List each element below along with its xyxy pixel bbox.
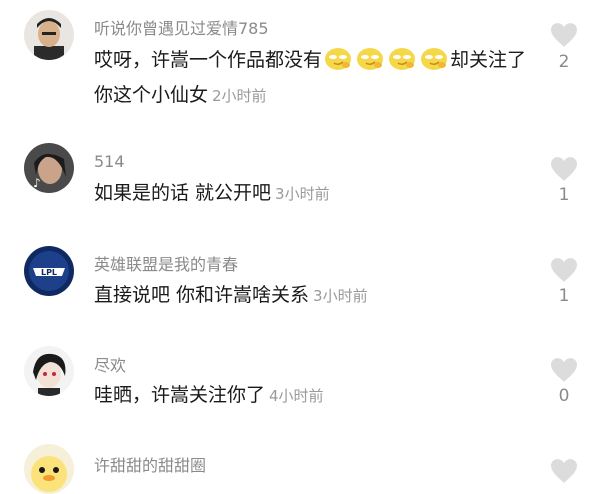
- comment-text: 哇晒，许嵩关注你了 4小时前: [94, 378, 534, 414]
- heart-icon[interactable]: [549, 458, 579, 484]
- username[interactable]: 英雄联盟是我的青春: [94, 251, 238, 275]
- comment-text: 哎呀，许嵩一个作品都没有 却关注了你这个小仙女 2小时前: [94, 43, 534, 114]
- comment-text-part: 哇晒，许嵩关注你了: [94, 384, 266, 406]
- comment-time: 4小时前: [269, 387, 324, 405]
- like-count: 0: [558, 386, 570, 406]
- like-count: 1: [558, 185, 570, 205]
- avatar[interactable]: [24, 10, 74, 60]
- heart-icon[interactable]: [549, 357, 579, 383]
- username[interactable]: 尽欢: [94, 352, 126, 376]
- heart-icon[interactable]: [549, 257, 579, 283]
- smirk-chick-emoji: [355, 44, 385, 72]
- like-count: 1: [558, 286, 570, 306]
- heart-icon[interactable]: [549, 156, 579, 182]
- avatar[interactable]: [24, 346, 74, 396]
- comment-time: 3小时前: [275, 185, 330, 203]
- avatar[interactable]: ♪: [24, 143, 74, 193]
- avatar[interactable]: LPL: [24, 246, 74, 296]
- heart-icon[interactable]: [549, 22, 579, 48]
- like-count: 2: [558, 52, 570, 72]
- svg-text:♪: ♪: [33, 176, 41, 190]
- username[interactable]: 听说你曾遇见过爱情785: [94, 15, 269, 39]
- smirk-chick-emoji: [387, 44, 417, 72]
- smirk-chick-emoji: [323, 44, 353, 72]
- username[interactable]: 许甜甜的甜甜圈: [94, 452, 206, 476]
- smirk-chick-emoji: [419, 44, 449, 72]
- lpl-logo-text: LPL: [41, 268, 57, 277]
- comment-text: 如果是的话 就公开吧 3小时前: [94, 176, 534, 212]
- comment-text: 直接说吧 你和许嵩啥关系 3小时前: [94, 278, 534, 314]
- comment-text-part: 如果是的话 就公开吧: [94, 182, 272, 204]
- comment-text-part: 直接说吧 你和许嵩啥关系: [94, 284, 310, 306]
- avatar[interactable]: [24, 444, 74, 494]
- comment-time: 3小时前: [313, 287, 368, 305]
- comment-time: 2小时前: [212, 87, 267, 105]
- comment-text-part: 哎呀，许嵩一个作品都没有: [94, 49, 323, 71]
- username[interactable]: 514: [94, 152, 125, 171]
